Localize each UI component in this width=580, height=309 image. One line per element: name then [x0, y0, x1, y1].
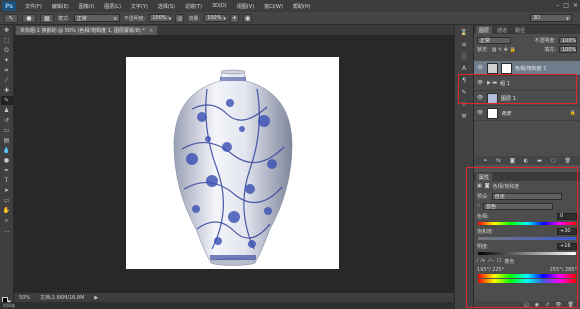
menu-help[interactable]: 帮助(H): [288, 3, 316, 10]
fill-label: 填充:: [544, 47, 556, 53]
type-tool-icon[interactable]: T: [1, 176, 13, 185]
properties-panel-icon[interactable]: ≡: [457, 39, 471, 49]
lock-label: 锁定:: [477, 47, 489, 53]
highlight-layers: [458, 74, 577, 104]
maximize-icon[interactable]: □: [563, 2, 569, 9]
fx-icon[interactable]: fx: [496, 158, 501, 164]
layer-opacity-input[interactable]: 100%: [559, 37, 577, 44]
healing-tool-icon[interactable]: ✚: [1, 86, 13, 95]
layer-opacity-label: 不透明度:: [534, 38, 556, 44]
zoom-tool-icon[interactable]: ⌕: [1, 216, 13, 225]
tools-panel: ✥ ⬚ ʘ ✦ ⌗ ⁄ ✚ ✎ ♟ ↺ ▭ ▤ 💧 ● ✒ T ➤ ▭ ✋ ⌕ …: [0, 25, 14, 309]
lasso-tool-icon[interactable]: ʘ: [1, 46, 13, 55]
tab-paths[interactable]: 路径: [512, 26, 528, 34]
lock-icons[interactable]: ▨ ✎ ✥ 🔒: [492, 47, 516, 53]
crop-tool-icon[interactable]: ⌗: [1, 66, 13, 75]
workspace-select[interactable]: 3D ▼: [530, 14, 572, 22]
dodge-tool-icon[interactable]: ●: [1, 156, 13, 165]
eye-icon[interactable]: 👁: [476, 110, 484, 116]
mode-label: 模式:: [58, 15, 70, 22]
vase-image: [173, 69, 293, 266]
highlight-properties: [466, 167, 578, 308]
path-select-tool-icon[interactable]: ➤: [1, 186, 13, 195]
layer-name: 色相/饱和度 1: [515, 65, 547, 72]
quick-select-tool-icon[interactable]: ✦: [1, 56, 13, 65]
gradient-tool-icon[interactable]: ▤: [1, 136, 13, 145]
move-tool-icon[interactable]: ✥: [1, 26, 13, 35]
fill-input[interactable]: 100%: [559, 46, 577, 53]
tab-layers[interactable]: 图层: [476, 26, 493, 34]
ps-logo: Ps: [2, 1, 16, 11]
layers-footer: ⚭ fx ◙ ◐ ▬ ▢ 🗑: [474, 156, 580, 165]
status-bar: 50% 文档:2.86M/16.8M ▶: [14, 293, 454, 302]
adjustment-icon[interactable]: ◐: [524, 158, 528, 164]
eye-icon[interactable]: 👁: [476, 65, 484, 71]
layer-name: 背景: [501, 110, 512, 117]
menu-edit[interactable]: 编辑(E): [47, 3, 74, 10]
new-layer-icon[interactable]: ▢: [551, 158, 556, 164]
layer-thumb: [487, 107, 498, 119]
pressure-size-icon[interactable]: ◉: [243, 13, 253, 23]
adjustment-thumb: [487, 62, 498, 74]
brush-preset-icon[interactable]: ✎: [4, 13, 18, 23]
shape-tool-icon[interactable]: ▭: [1, 196, 13, 205]
menu-select[interactable]: 选择(S): [153, 3, 180, 10]
mask-thumb[interactable]: [501, 62, 512, 74]
eyedropper-tool-icon[interactable]: ⁄: [1, 76, 13, 85]
history-brush-tool-icon[interactable]: ↺: [1, 116, 13, 125]
timeline-bar: 时间轴: [0, 302, 454, 309]
history-panel-icon[interactable]: ⌛: [457, 27, 471, 37]
link-icon[interactable]: ⚭: [483, 158, 487, 164]
pressure-opacity-icon[interactable]: ◎: [175, 13, 185, 23]
blur-tool-icon[interactable]: 💧: [1, 146, 13, 155]
opacity-label: 不透明度:: [123, 15, 146, 22]
tool-presets-icon[interactable]: ⚒: [457, 111, 471, 121]
trash-icon[interactable]: 🗑: [565, 158, 571, 164]
more-tools-icon[interactable]: …: [1, 226, 13, 235]
timeline-tab[interactable]: 时间轴: [3, 303, 15, 309]
flow-label: 流量:: [188, 15, 201, 22]
airbrush-icon[interactable]: ✈: [230, 13, 240, 23]
lock-icon: 🔒: [569, 110, 576, 116]
pen-tool-icon[interactable]: ✒: [1, 166, 13, 175]
folder-icon[interactable]: ▬: [537, 158, 542, 164]
opacity-input[interactable]: 100% ▼: [149, 14, 172, 22]
mode-select[interactable]: 正常 ▼: [73, 14, 120, 22]
document-canvas[interactable]: [126, 57, 339, 269]
eraser-tool-icon[interactable]: ▭: [1, 126, 13, 135]
close-tab-icon[interactable]: ×: [149, 28, 153, 34]
flow-input[interactable]: 100% ▼: [204, 14, 226, 22]
brush-tool-icon[interactable]: ✎: [0, 96, 13, 105]
menu-layer[interactable]: 图层(L): [99, 3, 126, 10]
menu-type[interactable]: 文字(Y): [126, 3, 153, 10]
menu-view[interactable]: 视图(V): [232, 3, 259, 10]
character-panel-icon[interactable]: A: [457, 63, 471, 73]
document-title: 未标题-1 换颜的 @ 50% (色相/饱和度 1, 图层蒙版/8) *: [20, 28, 145, 34]
document-tab[interactable]: 未标题-1 换颜的 @ 50% (色相/饱和度 1, 图层蒙版/8) * ×: [16, 26, 158, 35]
menu-window[interactable]: 窗口(W): [259, 3, 288, 10]
menu-image[interactable]: 图像(I): [74, 3, 99, 10]
minimize-icon[interactable]: –: [556, 2, 559, 9]
mask-icon[interactable]: ◙: [510, 158, 515, 164]
document-tabbar: 未标题-1 换颜的 @ 50% (色相/饱和度 1, 图层蒙版/8) * ×: [14, 25, 454, 35]
info-panel-icon[interactable]: ⓘ: [457, 51, 471, 61]
clone-stamp-tool-icon[interactable]: ♟: [1, 106, 13, 115]
brush-size-icon[interactable]: ●: [22, 13, 36, 23]
status-arrow-icon[interactable]: ▶: [94, 295, 98, 301]
doc-size: 文档:2.86M/16.8M: [40, 295, 85, 301]
canvas-area[interactable]: [14, 35, 454, 293]
brush-panel-icon[interactable]: ▦: [40, 13, 54, 23]
zoom-level[interactable]: 50%: [19, 295, 30, 301]
hand-tool-icon[interactable]: ✋: [1, 206, 13, 215]
menu-file[interactable]: 文件(F): [20, 3, 47, 10]
tab-channels[interactable]: 通道: [494, 26, 510, 34]
menu-bar: Ps 文件(F) 编辑(E) 图像(I) 图层(L) 文字(Y) 选择(S) 滤…: [0, 0, 580, 12]
close-window-icon[interactable]: ×: [573, 2, 578, 9]
menu-filter[interactable]: 滤镜(T): [180, 3, 207, 10]
options-bar: ✎ ● ▦ 模式: 正常 ▼ 不透明度: 100% ▼ ◎ 流量: 100% ▼ ✈ …: [0, 12, 580, 25]
blend-mode-select[interactable]: 正常: [477, 37, 511, 44]
marquee-tool-icon[interactable]: ⬚: [1, 36, 13, 45]
layer-row-background[interactable]: 👁 背景 🔒: [474, 106, 580, 121]
menu-3d[interactable]: 3D(D): [207, 3, 232, 9]
